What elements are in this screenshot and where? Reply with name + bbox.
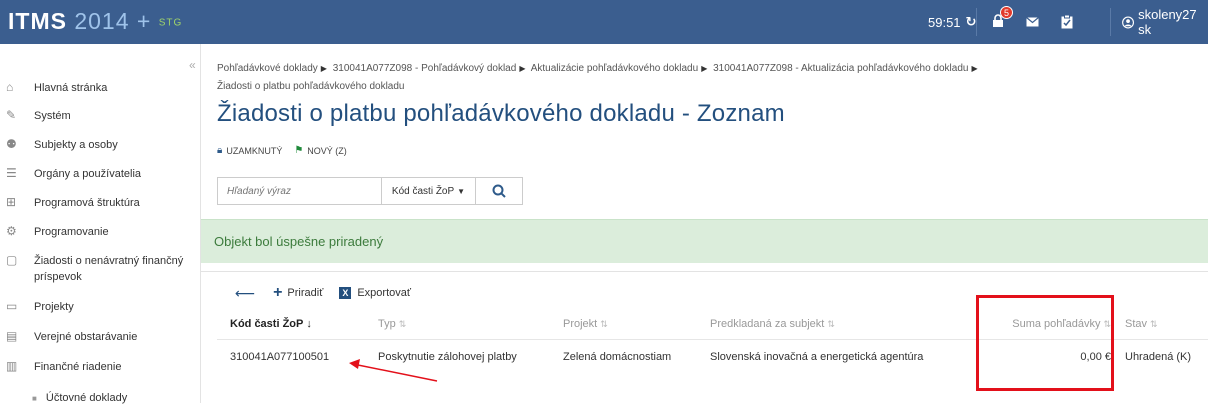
annotation-arrow xyxy=(349,359,438,382)
logo-plus: + xyxy=(136,8,152,34)
logo-letters: ITMS xyxy=(8,8,67,34)
logo-digits: 2014 xyxy=(74,8,130,34)
timer-value: 59:51 xyxy=(928,14,961,30)
clipboard-icon[interactable] xyxy=(1061,15,1073,29)
topbar-icons: 5 xyxy=(992,0,1073,44)
structure-icon: ⊞ xyxy=(6,195,17,209)
topbar-divider xyxy=(976,8,977,36)
sidebar-subitem-accounting-docs[interactable]: ■ Účtovné doklady xyxy=(32,392,127,404)
finance-icon: ▥ xyxy=(6,359,18,373)
user-menu[interactable]: skoleny27 sk xyxy=(1122,0,1208,44)
sidebar-item-procurement[interactable]: ▤ Verejné obstarávanie xyxy=(0,329,200,345)
sidebar-subitem-label: Účtovné doklady xyxy=(45,392,128,404)
lock-notifications[interactable]: 5 xyxy=(992,6,1013,30)
cart-icon: ▤ xyxy=(6,329,18,343)
main-content: Pohľadávkové doklady ▶ 310041A077Z098 - P… xyxy=(201,44,1208,403)
sidebar-item-label: Systém xyxy=(34,110,71,122)
sidebar-item-finance[interactable]: ▥ Finančné riadenie xyxy=(0,359,200,375)
environment-label: STG xyxy=(158,17,183,29)
sidebar-item-home[interactable]: ⌂ Hlavná stránka xyxy=(0,80,200,96)
sidebar-item-system[interactable]: ✎ Systém xyxy=(0,108,200,124)
sidebar-item-label: Hlavná stránka xyxy=(34,82,108,94)
user-icon xyxy=(1122,16,1135,28)
mail-icon[interactable] xyxy=(1026,17,1039,27)
app-logo[interactable]: ITMS 2014 + STG xyxy=(8,8,182,35)
sidebar-item-label: Verejné obstarávanie xyxy=(34,331,138,343)
sidebar-item-label: Žiadosti o nenávratný finančný príspevok xyxy=(34,255,184,283)
username: skoleny27 sk xyxy=(1138,7,1197,37)
people-icon: ⚉ xyxy=(6,137,17,151)
document-icon: ▢ xyxy=(6,253,18,267)
sidebar-item-applications[interactable]: ▢ Žiadosti o nenávratný finančný príspev… xyxy=(0,253,200,285)
monitor-icon: ▭ xyxy=(6,299,18,313)
sidebar-item-label: Programová štruktúra xyxy=(34,197,140,209)
sidebar: « ⌂ Hlavná stránka ✎ Systém ⚉ Subjekty a… xyxy=(0,44,201,404)
sidebar-item-projects[interactable]: ▭ Projekty xyxy=(0,299,200,315)
wrench-icon: ✎ xyxy=(6,108,17,122)
sidebar-item-label: Programovanie xyxy=(34,226,109,238)
sidebar-item-label: Orgány a používatelia xyxy=(34,168,142,180)
session-timer[interactable]: 59:51 ↻ xyxy=(928,0,976,44)
cog-icon: ⚙ xyxy=(6,224,17,238)
home-icon: ⌂ xyxy=(6,80,14,94)
collapse-sidebar-icon[interactable]: « xyxy=(189,58,196,72)
bullet-icon: ■ xyxy=(32,394,37,403)
users-icon: ☰ xyxy=(6,166,17,180)
sidebar-item-organs[interactable]: ☰ Orgány a používatelia xyxy=(0,166,200,182)
sidebar-item-program-structure[interactable]: ⊞ Programová štruktúra xyxy=(0,195,200,211)
notification-badge: 5 xyxy=(1000,6,1013,19)
refresh-icon[interactable]: ↻ xyxy=(966,14,977,30)
sidebar-item-label: Finančné riadenie xyxy=(34,361,122,373)
sidebar-item-subjects[interactable]: ⚉ Subjekty a osoby xyxy=(0,137,200,153)
topbar-divider xyxy=(1110,8,1111,36)
sidebar-item-label: Projekty xyxy=(34,301,74,313)
sidebar-item-label: Subjekty a osoby xyxy=(34,139,118,151)
top-bar: ITMS 2014 + STG 59:51 ↻ 5 skoleny27 sk xyxy=(0,0,1208,44)
sidebar-item-programming[interactable]: ⚙ Programovanie xyxy=(0,224,200,240)
